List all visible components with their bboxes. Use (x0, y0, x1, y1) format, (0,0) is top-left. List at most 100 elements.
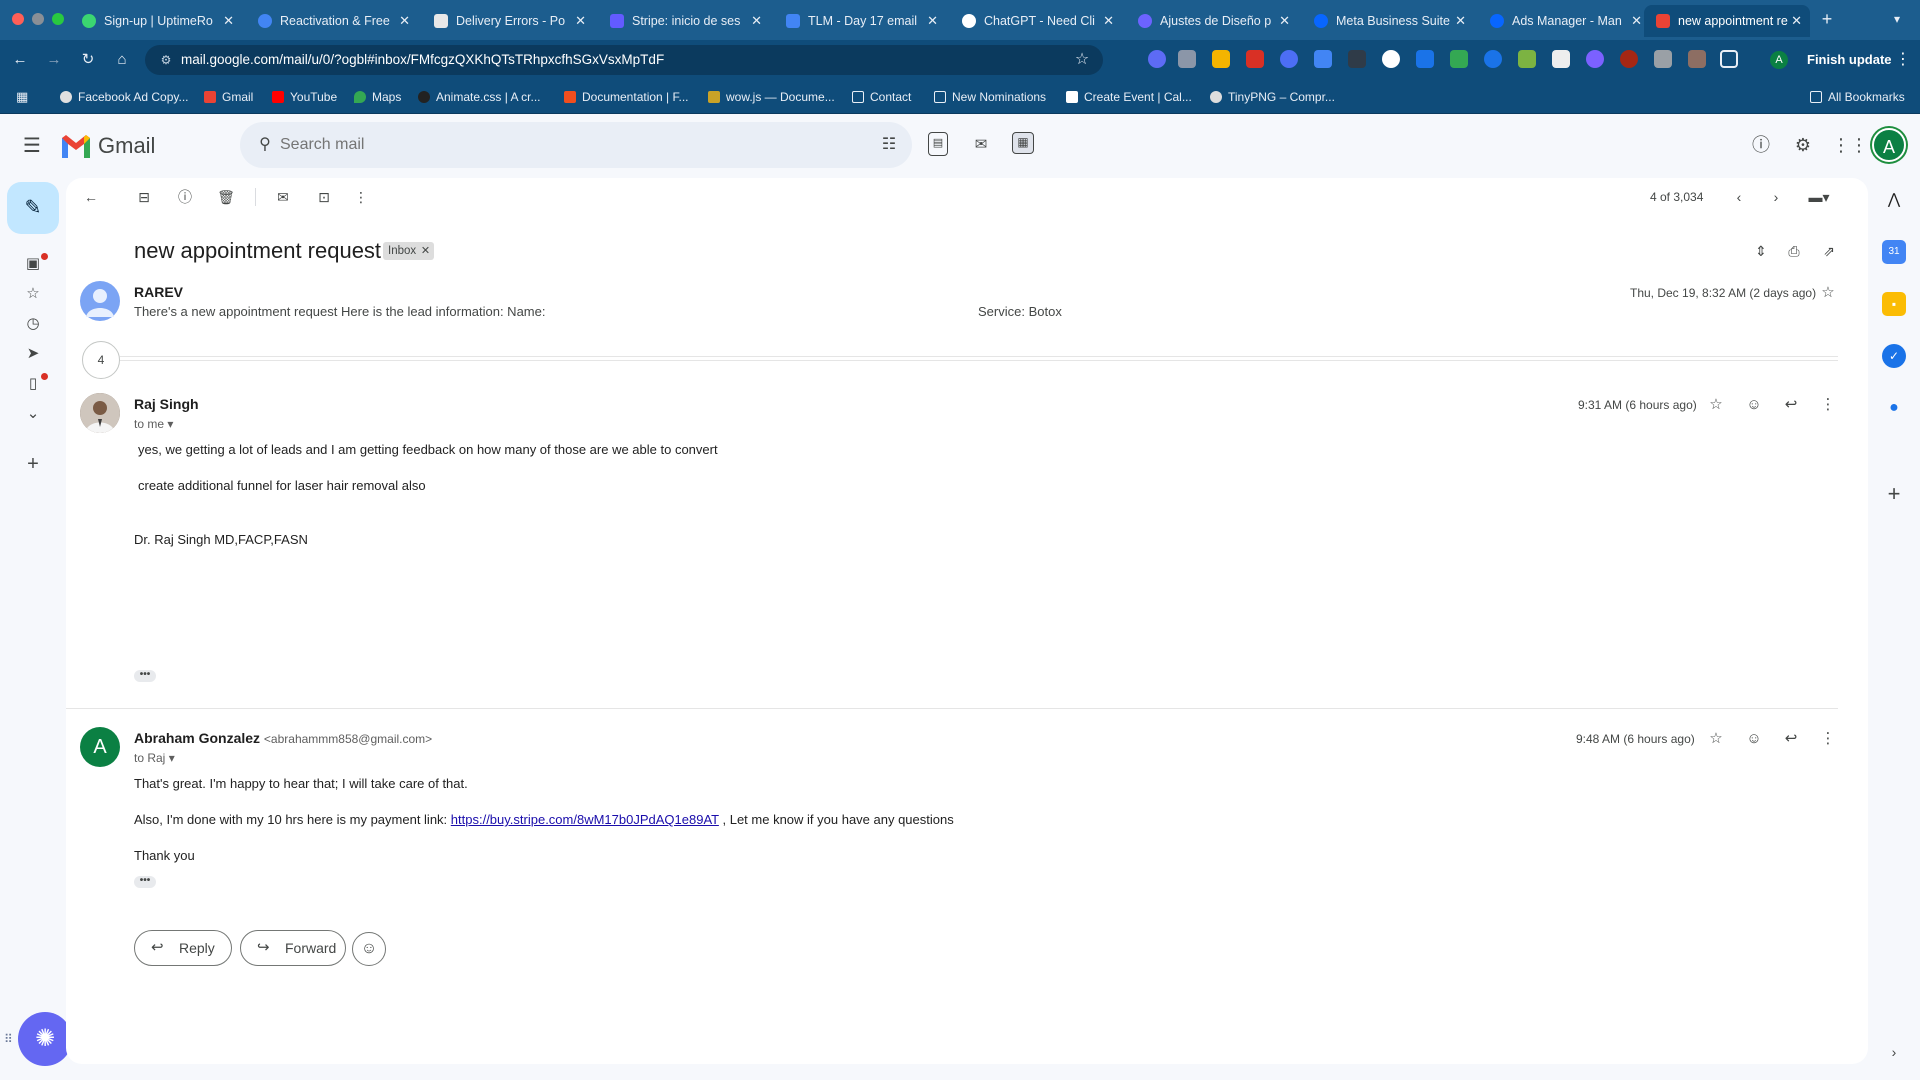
settings-gear-icon[interactable]: ⚙ (1790, 132, 1816, 158)
back-icon[interactable]: ← (8, 48, 32, 72)
message-more-icon[interactable]: ⋮ (1816, 393, 1840, 417)
close-tab-icon[interactable]: ✕ (223, 5, 234, 37)
window-minimize-button[interactable] (32, 13, 44, 25)
close-tab-icon[interactable]: ✕ (1455, 5, 1466, 37)
close-tab-icon[interactable]: ✕ (575, 5, 586, 37)
snoozed-icon[interactable]: ◷ (21, 312, 45, 336)
site-info-icon[interactable]: ⚙ (157, 51, 175, 69)
sender-name[interactable]: Raj Singh (134, 396, 199, 412)
close-tab-icon[interactable]: ✕ (1631, 5, 1642, 37)
bookmark-folder[interactable]: Contact (852, 88, 911, 106)
details-chevron-icon[interactable]: ▾ (169, 751, 175, 765)
browser-tab-active[interactable]: new appointment re ✕ (1644, 5, 1810, 37)
browser-tab[interactable]: Delivery Errors - Po ✕ (422, 5, 594, 37)
assistant-sparkle-button[interactable]: ✺ (18, 1012, 72, 1066)
extension-icon[interactable] (1178, 50, 1196, 68)
sent-icon[interactable]: ➤ (21, 342, 45, 366)
sender-name[interactable]: RAREV (134, 284, 183, 300)
reply-icon[interactable]: ↩ (1779, 393, 1803, 417)
window-close-button[interactable] (12, 13, 24, 25)
extensions-puzzle-icon[interactable] (1720, 50, 1738, 68)
extension-icon[interactable] (1246, 50, 1264, 68)
bookmark-star-icon[interactable]: ☆ (1071, 49, 1093, 71)
extension-icon[interactable] (1416, 50, 1434, 68)
reload-icon[interactable]: ↻ (76, 48, 100, 72)
star-icon[interactable]: ☆ (1816, 281, 1840, 305)
add-reaction-icon[interactable]: ☺ (1742, 727, 1766, 751)
expand-all-icon[interactable]: ⇕ (1750, 240, 1772, 262)
browser-tab[interactable]: Stripe: inicio de ses ✕ (598, 5, 770, 37)
mail-merge-icon[interactable]: ✉ (968, 132, 994, 158)
sender-name-with-email[interactable]: Abraham Gonzalez <abrahammm858@gmail.com… (134, 730, 432, 746)
mark-unread-icon[interactable]: ✉ (272, 186, 294, 208)
print-icon[interactable]: ⎙ (1783, 240, 1805, 262)
chrome-menu-icon[interactable]: ⋮ (1894, 47, 1912, 73)
extension-icon[interactable] (1620, 50, 1638, 68)
close-tab-icon[interactable]: ✕ (1279, 5, 1290, 37)
browser-tab[interactable]: ChatGPT - Need Cli ✕ (950, 5, 1122, 37)
recipient-details[interactable]: to Raj ▾ (134, 751, 175, 765)
add-label-plus-icon[interactable]: + (21, 452, 45, 476)
extension-icon[interactable] (1518, 50, 1536, 68)
close-tab-icon[interactable]: ✕ (399, 5, 410, 37)
chrome-profile-avatar[interactable]: A (1770, 51, 1788, 69)
browser-tab[interactable]: Reactivation & Free ✕ (246, 5, 418, 37)
reply-icon[interactable]: ↩ (1779, 727, 1803, 751)
add-reaction-icon[interactable]: ☺ (1742, 393, 1766, 417)
star-icon[interactable]: ☆ (1704, 393, 1728, 417)
browser-tab[interactable]: Sign-up | UptimeRo ✕ (70, 5, 242, 37)
show-trimmed-content-button[interactable]: ••• (134, 670, 156, 682)
show-trimmed-content-button[interactable]: ••• (134, 876, 156, 888)
extension-icon[interactable] (1484, 50, 1502, 68)
emoji-reaction-button[interactable]: ☺ (352, 932, 386, 966)
close-tab-icon[interactable]: ✕ (1791, 5, 1802, 37)
starred-icon[interactable]: ☆ (21, 282, 45, 306)
forward-icon[interactable]: → (42, 48, 66, 72)
bookmark-item[interactable]: Gmail (204, 88, 253, 106)
extension-icon[interactable] (1552, 50, 1570, 68)
all-bookmarks-folder[interactable]: All Bookmarks (1810, 88, 1905, 106)
sheets-addon-icon[interactable]: ▤ (928, 132, 948, 156)
bookmark-item[interactable]: Create Event | Cal... (1066, 88, 1192, 106)
extension-icon[interactable] (1314, 50, 1332, 68)
move-to-folder-icon[interactable]: ⊡ (313, 186, 335, 208)
more-actions-icon[interactable]: ⋮ (350, 186, 372, 208)
contacts-app-icon[interactable]: ● (1882, 396, 1906, 420)
close-tab-icon[interactable]: ✕ (927, 5, 938, 37)
close-tab-icon[interactable]: ✕ (1103, 5, 1114, 37)
archive-icon[interactable]: ⊟ (133, 186, 155, 208)
forward-button[interactable]: ↪ Forward (240, 930, 346, 966)
get-addons-plus-icon[interactable]: + (1882, 482, 1906, 506)
recipient-details[interactable]: to me ▾ (134, 417, 173, 431)
bookmark-item[interactable]: Facebook Ad Copy... (60, 88, 189, 106)
back-to-inbox-icon[interactable]: ← (80, 186, 102, 208)
browser-tab[interactable]: Ads Manager - Man ✕ (1478, 5, 1650, 37)
details-chevron-icon[interactable]: ▾ (167, 417, 173, 431)
stripe-payment-link[interactable]: https://buy.stripe.com/8wM17b0JPdAQ1e89A… (451, 812, 719, 827)
new-tab-button[interactable]: + (1814, 6, 1840, 32)
search-bar[interactable]: ⚲ ☷ (240, 122, 912, 168)
search-options-icon[interactable]: ☷ (878, 134, 900, 156)
input-tools-keyboard-icon[interactable]: ▬▾ (1802, 186, 1836, 208)
browser-tab[interactable]: Meta Business Suite ✕ (1302, 5, 1474, 37)
reply-button[interactable]: ↩ Reply (134, 930, 232, 966)
bookmark-item[interactable]: Documentation | F... (564, 88, 689, 106)
extension-icon[interactable] (1654, 50, 1672, 68)
extension-icon[interactable] (1212, 50, 1230, 68)
help-icon[interactable]: ⓘ (1748, 132, 1774, 158)
report-spam-icon[interactable]: ⓘ (174, 186, 196, 208)
extension-icon[interactable] (1382, 50, 1400, 68)
home-icon[interactable]: ⌂ (110, 48, 134, 72)
keep-app-icon[interactable]: ▪ (1882, 292, 1906, 316)
compose-button[interactable]: ✎ (7, 182, 59, 234)
address-bar[interactable]: ⚙ mail.google.com/mail/u/0/?ogbl#inbox/F… (145, 45, 1103, 75)
bookmark-folder[interactable]: New Nominations (934, 88, 1046, 106)
extension-icon[interactable] (1348, 50, 1366, 68)
main-menu-icon[interactable]: ☰ (20, 134, 44, 158)
close-tab-icon[interactable]: ✕ (751, 5, 762, 37)
extension-icon[interactable] (1148, 50, 1166, 68)
extension-icon[interactable] (1688, 50, 1706, 68)
show-side-panel-chevron-icon[interactable]: › (1884, 1042, 1904, 1062)
delete-trash-icon[interactable]: 🗑 (215, 186, 237, 208)
gemini-side-icon[interactable]: ⋀ (1882, 188, 1906, 212)
